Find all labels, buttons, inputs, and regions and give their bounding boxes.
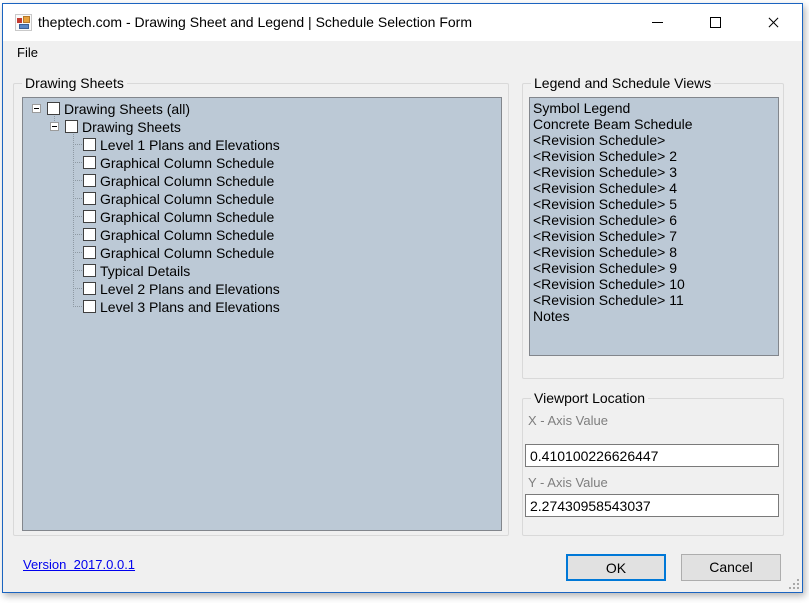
drawing-sheets-group-label: Drawing Sheets <box>22 75 127 91</box>
tree-connector <box>73 252 82 253</box>
checkbox[interactable] <box>83 192 96 205</box>
tree-item-label[interactable]: Graphical Column Schedule <box>100 191 274 207</box>
checkbox[interactable] <box>83 156 96 169</box>
tree-connector <box>73 162 82 163</box>
checkbox[interactable] <box>83 210 96 223</box>
checkbox[interactable] <box>83 138 96 151</box>
tree-item[interactable]: Drawing Sheets (all) <box>23 100 501 118</box>
tree-item-label[interactable]: Drawing Sheets (all) <box>64 101 190 117</box>
maximize-icon <box>710 17 721 28</box>
tree-connector <box>73 234 82 235</box>
checkbox[interactable] <box>65 120 78 133</box>
x-axis-value-input[interactable] <box>525 444 779 467</box>
tree-connector <box>73 306 82 307</box>
list-item[interactable]: <Revision Schedule> <box>530 132 778 148</box>
close-button[interactable] <box>744 4 802 41</box>
list-item[interactable]: Notes <box>530 308 778 324</box>
legend-views-group: Legend and Schedule Views Symbol LegendC… <box>522 83 784 379</box>
checkbox[interactable] <box>83 282 96 295</box>
tree-connector <box>73 216 82 217</box>
collapse-toggle-icon[interactable] <box>50 122 59 131</box>
window-title: theptech.com - Drawing Sheet and Legend … <box>38 4 472 41</box>
tree-item[interactable]: Graphical Column Schedule <box>23 226 501 244</box>
checkbox[interactable] <box>83 174 96 187</box>
minimize-icon <box>652 22 663 23</box>
app-icon <box>15 14 32 31</box>
tree-item[interactable]: Typical Details <box>23 262 501 280</box>
viewport-location-group-label: Viewport Location <box>531 390 648 406</box>
tree-connector <box>73 270 82 271</box>
list-item[interactable]: Symbol Legend <box>530 100 778 116</box>
list-item[interactable]: <Revision Schedule> 3 <box>530 164 778 180</box>
list-item[interactable]: <Revision Schedule> 11 <box>530 292 778 308</box>
tree-item[interactable]: Graphical Column Schedule <box>23 244 501 262</box>
title-bar[interactable]: theptech.com - Drawing Sheet and Legend … <box>3 4 802 41</box>
tree-item-label[interactable]: Graphical Column Schedule <box>100 209 274 225</box>
checkbox[interactable] <box>83 246 96 259</box>
tree-item[interactable]: Level 1 Plans and Elevations <box>23 136 501 154</box>
list-item[interactable]: <Revision Schedule> 10 <box>530 276 778 292</box>
tree-item[interactable]: Drawing Sheets <box>23 118 501 136</box>
minimize-button[interactable] <box>628 4 686 41</box>
tree-item-label[interactable]: Level 2 Plans and Elevations <box>100 281 280 297</box>
tree-connector <box>73 198 82 199</box>
menu-file[interactable]: File <box>8 41 47 60</box>
tree-item-label[interactable]: Graphical Column Schedule <box>100 155 274 171</box>
checkbox[interactable] <box>47 102 60 115</box>
list-item[interactable]: Concrete Beam Schedule <box>530 116 778 132</box>
ok-button[interactable]: OK <box>566 554 666 581</box>
close-icon <box>767 16 780 29</box>
collapse-toggle-icon[interactable] <box>32 104 41 113</box>
checkbox[interactable] <box>83 300 96 313</box>
tree-item[interactable]: Level 2 Plans and Elevations <box>23 280 501 298</box>
tree-item-label[interactable]: Graphical Column Schedule <box>100 173 274 189</box>
tree-connector <box>73 144 82 145</box>
tree-item[interactable]: Graphical Column Schedule <box>23 208 501 226</box>
list-item[interactable]: <Revision Schedule> 9 <box>530 260 778 276</box>
drawing-sheets-group: Drawing Sheets Drawing Sheets (all)Drawi… <box>13 83 509 536</box>
tree-item[interactable]: Graphical Column Schedule <box>23 190 501 208</box>
legend-views-group-label: Legend and Schedule Views <box>531 75 714 91</box>
y-axis-label: Y - Axis Value <box>528 475 608 490</box>
tree-item-label[interactable]: Level 1 Plans and Elevations <box>100 137 280 153</box>
tree-item-label[interactable]: Drawing Sheets <box>82 119 181 135</box>
list-item[interactable]: <Revision Schedule> 2 <box>530 148 778 164</box>
checkbox[interactable] <box>83 264 96 277</box>
tree-item[interactable]: Graphical Column Schedule <box>23 172 501 190</box>
cancel-button[interactable]: Cancel <box>681 554 781 581</box>
list-item[interactable]: <Revision Schedule> 7 <box>530 228 778 244</box>
tree-item[interactable]: Graphical Column Schedule <box>23 154 501 172</box>
resize-grip[interactable] <box>789 579 799 589</box>
app-window: theptech.com - Drawing Sheet and Legend … <box>2 3 803 593</box>
tree-item-label[interactable]: Level 3 Plans and Elevations <box>100 299 280 315</box>
viewport-location-group: Viewport Location X - Axis Value Y - Axi… <box>522 398 784 536</box>
checkbox[interactable] <box>83 228 96 241</box>
version-link[interactable]: Version 2017.0.0.1 <box>23 557 135 572</box>
tree-rows: Drawing Sheets (all) Drawing Sheets Level … <box>23 100 501 316</box>
y-axis-value-input[interactable] <box>525 494 779 517</box>
sheets-tree[interactable]: Drawing Sheets (all) Drawing Sheets Level … <box>22 97 502 531</box>
list-item[interactable]: <Revision Schedule> 6 <box>530 212 778 228</box>
tree-item-label[interactable]: Typical Details <box>100 263 190 279</box>
menu-bar: File <box>3 41 802 67</box>
x-axis-label: X - Axis Value <box>528 413 608 428</box>
tree-item[interactable]: Level 3 Plans and Elevations <box>23 298 501 316</box>
tree-item-label[interactable]: Graphical Column Schedule <box>100 245 274 261</box>
maximize-button[interactable] <box>686 4 744 41</box>
list-item[interactable]: <Revision Schedule> 4 <box>530 180 778 196</box>
legend-views-list[interactable]: Symbol LegendConcrete Beam Schedule<Revi… <box>529 97 779 356</box>
list-item[interactable]: <Revision Schedule> 5 <box>530 196 778 212</box>
tree-connector <box>73 288 82 289</box>
list-item[interactable]: <Revision Schedule> 8 <box>530 244 778 260</box>
tree-connector <box>73 180 82 181</box>
tree-item-label[interactable]: Graphical Column Schedule <box>100 227 274 243</box>
